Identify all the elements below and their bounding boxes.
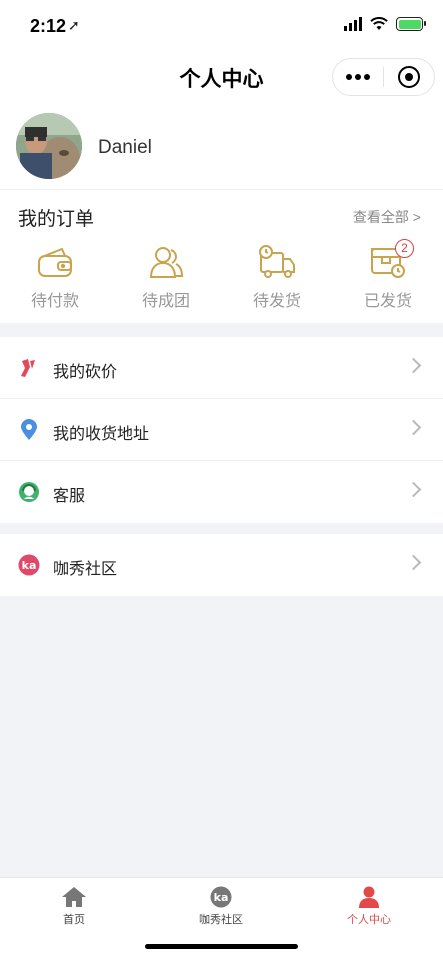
svg-text:ka: ka xyxy=(22,559,37,572)
close-miniprogram-button[interactable] xyxy=(384,59,434,95)
status-bar: 2:12 ➚ xyxy=(0,0,443,50)
menu-group-main: 我的砍价 我的收货地址 客服 xyxy=(0,337,443,523)
menu-label: 我的收货地址 xyxy=(53,426,150,443)
order-label: 待发货 xyxy=(252,293,301,310)
home-icon xyxy=(62,887,86,907)
chevron-right-icon xyxy=(405,554,422,571)
order-label: 待成团 xyxy=(141,293,190,310)
menu-item-customer-service[interactable]: 客服 xyxy=(0,461,443,523)
orders-section: 我的订单 查看全部 > 待付款 待成团 待发货 2 已发货 xyxy=(0,190,443,323)
wifi-icon xyxy=(370,17,388,30)
nav-bar: 个人中心 xyxy=(0,50,443,102)
tab-label: 咖秀社区 xyxy=(199,914,243,926)
users-icon xyxy=(149,247,184,278)
status-time: 2:12 xyxy=(30,16,67,36)
order-pending-shipment[interactable]: 待发货 xyxy=(222,245,332,315)
chevron-right-icon xyxy=(405,357,422,374)
menu-label: 客服 xyxy=(53,488,86,505)
chevron-right-icon xyxy=(405,419,422,436)
wallet-icon xyxy=(38,247,72,277)
menu-group-community: ka 咖秀社区 xyxy=(0,534,443,596)
target-circle-icon xyxy=(398,66,420,88)
order-pending-payment[interactable]: 待付款 xyxy=(0,245,110,315)
shipped-count-badge: 2 xyxy=(395,239,414,258)
menu-item-address[interactable]: 我的收货地址 xyxy=(0,399,443,461)
order-label: 已发货 xyxy=(363,293,412,310)
tab-profile[interactable]: 个人中心 xyxy=(314,886,424,927)
tab-label: 首页 xyxy=(63,914,85,926)
location-pin-icon xyxy=(21,419,37,440)
home-indicator xyxy=(145,944,298,949)
cellular-signal-icon xyxy=(344,17,362,31)
svg-text:ka: ka xyxy=(214,891,229,904)
menu-label: 我的砍价 xyxy=(53,364,118,381)
username: Daniel xyxy=(98,137,152,158)
avatar[interactable] xyxy=(16,113,82,179)
mini-program-capsule xyxy=(332,58,435,96)
bargain-icon xyxy=(21,359,35,377)
battery-icon xyxy=(396,17,426,31)
menu-item-community[interactable]: ka 咖秀社区 xyxy=(0,534,443,596)
ka-community-icon: ka xyxy=(18,554,40,576)
menu-item-bargain[interactable]: 我的砍价 xyxy=(0,337,443,399)
person-icon xyxy=(359,886,379,908)
tab-home[interactable]: 首页 xyxy=(19,886,129,927)
truck-icon xyxy=(259,245,295,278)
chevron-right-icon xyxy=(405,481,422,498)
more-dots-icon xyxy=(346,74,370,80)
menu-label: 咖秀社区 xyxy=(53,561,118,578)
status-icons xyxy=(344,17,426,31)
tab-label: 个人中心 xyxy=(347,914,391,926)
more-button[interactable] xyxy=(333,59,383,95)
order-label: 待付款 xyxy=(30,293,79,310)
profile-section[interactable]: Daniel xyxy=(0,102,443,190)
ka-icon: ka xyxy=(210,886,232,908)
tab-community[interactable]: ka 咖秀社区 xyxy=(166,886,276,927)
order-shipped[interactable]: 2 已发货 xyxy=(333,239,443,315)
orders-title: 我的订单 xyxy=(18,209,95,230)
view-all-orders-link[interactable]: 查看全部 > xyxy=(353,207,421,227)
location-arrow-icon: ➚ xyxy=(68,17,80,33)
avatar-photo xyxy=(16,113,82,179)
order-pending-group[interactable]: 待成团 xyxy=(111,245,221,315)
headset-icon xyxy=(19,482,39,502)
